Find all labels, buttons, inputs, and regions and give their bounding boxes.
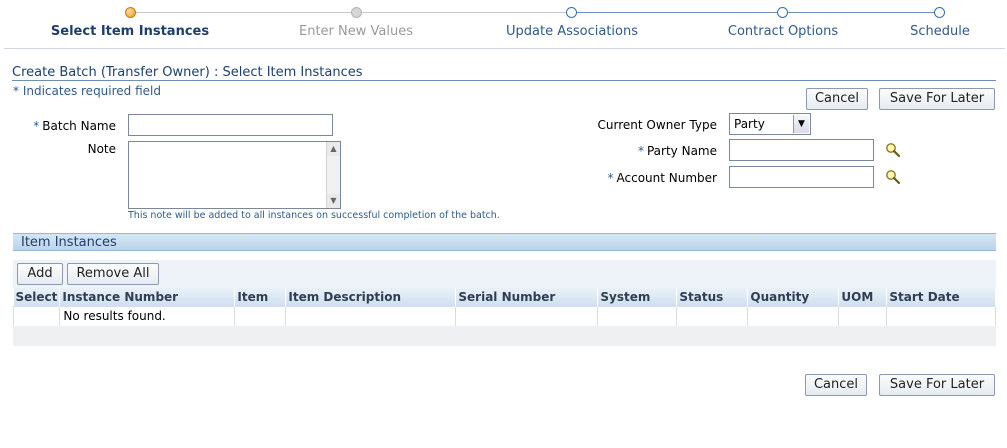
- add-button[interactable]: Add: [17, 263, 63, 285]
- save-for-later-button-bottom[interactable]: Save For Later: [879, 374, 995, 396]
- table-cell: [12, 305, 61, 327]
- party-name-input[interactable]: [729, 139, 874, 161]
- table-cell: [597, 305, 678, 327]
- column-quantity: Quantity: [747, 288, 840, 306]
- column-status: Status: [676, 288, 749, 306]
- table-footer: [13, 326, 996, 346]
- column-system: System: [597, 288, 678, 306]
- note-textarea[interactable]: ▲ ▼: [128, 141, 341, 209]
- current-owner-type-label: Current Owner Type: [597, 118, 717, 132]
- account-number-label: * Account Number: [608, 171, 717, 185]
- batch-name-label: * Batch Name: [33, 119, 116, 133]
- item-instances-header: Item Instances: [13, 233, 996, 251]
- train-step-update-associations[interactable]: Update Associations: [506, 24, 638, 39]
- train-step-contract-options[interactable]: Contract Options: [728, 24, 838, 39]
- batch-name-input[interactable]: [128, 114, 333, 136]
- no-results-message: No results found.: [59, 305, 236, 327]
- note-hint: This note will be added to all instances…: [128, 210, 500, 221]
- cancel-button[interactable]: Cancel: [806, 88, 868, 110]
- table-header-row: Select Instance Number Item Item Descrip…: [13, 288, 996, 306]
- magnifier-icon[interactable]: [885, 142, 901, 158]
- train-connector: [572, 12, 783, 13]
- table-cell: [455, 305, 599, 327]
- train-step-select-item-instances: Select Item Instances: [50, 24, 210, 39]
- process-train: Select Item Instances Enter New Values U…: [0, 0, 1007, 42]
- train-step-schedule[interactable]: Schedule: [910, 24, 970, 39]
- train-connector: [130, 12, 356, 13]
- train-connector: [783, 12, 940, 13]
- train-step-icon[interactable]: [777, 7, 788, 18]
- table-row: No results found.: [12, 305, 996, 327]
- train-step-current-icon: [125, 7, 136, 18]
- table-cell: [285, 305, 457, 327]
- item-instances-table: Select Instance Number Item Item Descrip…: [12, 288, 996, 327]
- required-marker: *: [607, 171, 614, 185]
- column-serial-number: Serial Number: [455, 288, 599, 306]
- scroll-up-icon[interactable]: ▲: [327, 142, 340, 156]
- column-instance-number: Instance Number: [59, 288, 236, 306]
- batch-name-label-text: Batch Name: [42, 119, 116, 133]
- column-item: Item: [234, 288, 287, 306]
- train-step-icon[interactable]: [934, 7, 945, 18]
- scroll-down-icon[interactable]: ▼: [327, 194, 340, 208]
- account-number-label-text: Account Number: [616, 171, 717, 185]
- magnifier-icon[interactable]: [885, 169, 901, 185]
- train-step-icon[interactable]: [566, 7, 577, 18]
- table-cell: [747, 305, 840, 327]
- note-label: Note: [87, 142, 116, 156]
- table-cell: [886, 305, 996, 327]
- train-step-enter-new-values: Enter New Values: [299, 24, 413, 39]
- title-underline: [12, 80, 996, 81]
- current-owner-type-select[interactable]: Party ▼: [729, 113, 811, 135]
- train-connector: [356, 12, 572, 13]
- table-cell: [838, 305, 888, 327]
- column-item-description: Item Description: [285, 288, 457, 306]
- column-uom: UOM: [838, 288, 888, 306]
- remove-all-button[interactable]: Remove All: [67, 263, 159, 285]
- item-instances-toolbar: Add Remove All: [13, 260, 996, 288]
- chevron-down-icon[interactable]: ▼: [793, 115, 809, 133]
- header-separator: [4, 48, 1005, 49]
- cancel-button-bottom[interactable]: Cancel: [805, 374, 867, 396]
- party-name-label-text: Party Name: [646, 144, 717, 158]
- page-title: Create Batch (Transfer Owner) : Select I…: [12, 65, 363, 80]
- table-cell: [676, 305, 749, 327]
- note-scrollbar[interactable]: ▲ ▼: [326, 142, 340, 208]
- required-field-note: * Indicates required field: [13, 84, 162, 98]
- required-marker: *: [33, 119, 40, 133]
- item-instances-title: Item Instances: [21, 235, 117, 250]
- save-for-later-button[interactable]: Save For Later: [879, 88, 995, 110]
- current-owner-type-value: Party: [734, 117, 765, 131]
- required-marker: *: [637, 144, 644, 158]
- party-name-label: * Party Name: [638, 144, 717, 158]
- column-select: Select: [13, 288, 61, 306]
- account-number-input[interactable]: [729, 166, 874, 188]
- train-step-disabled-icon: [351, 7, 362, 18]
- table-cell: [234, 305, 287, 327]
- column-start-date: Start Date: [886, 288, 996, 306]
